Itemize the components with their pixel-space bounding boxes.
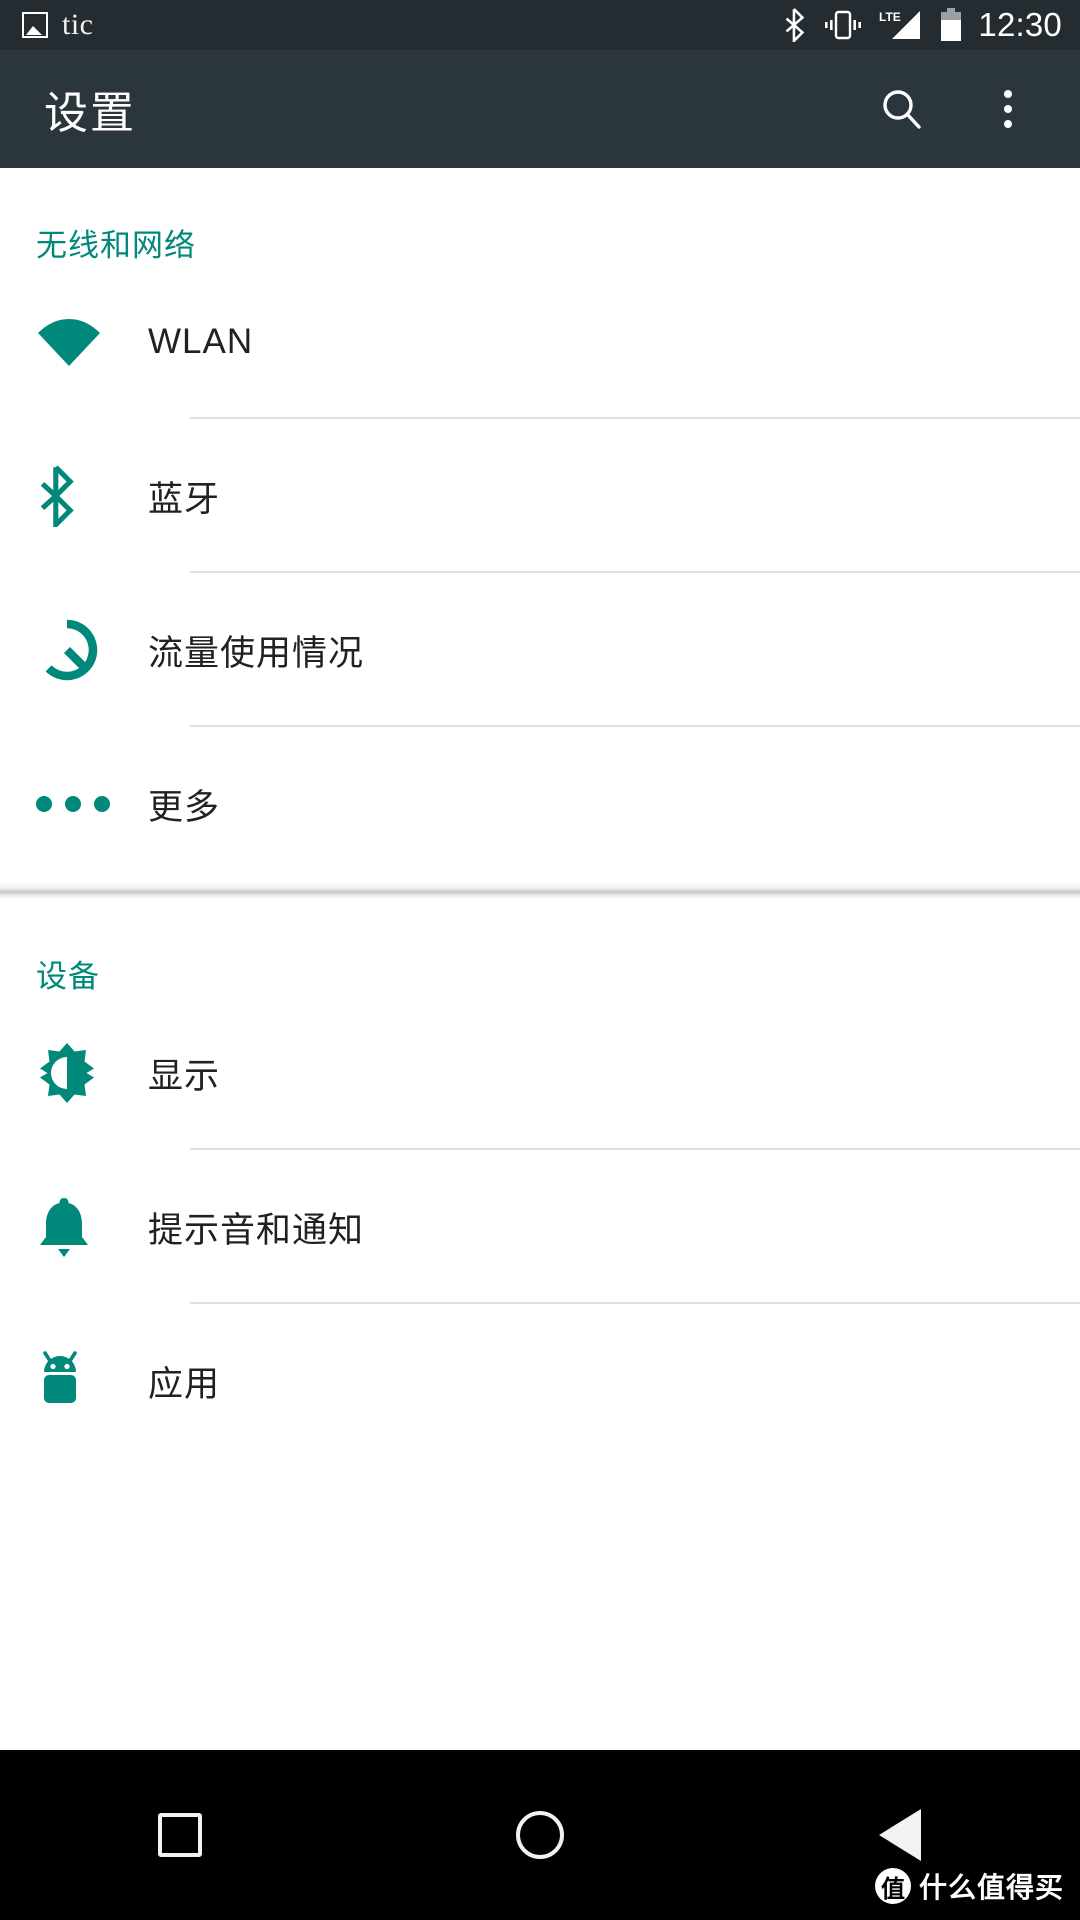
settings-row-display[interactable]: 显示 [0,996,1080,1150]
settings-row-data-usage[interactable]: 流量使用情况 [0,573,1080,727]
status-bar-clock: 12:30 [978,6,1062,43]
battery-icon [941,8,962,41]
android-robot-icon [36,1350,148,1412]
gallery-icon [22,12,48,38]
vibrate-icon [825,10,862,40]
settings-row-label: 显示 [148,1056,221,1096]
recents-button[interactable] [105,1760,255,1910]
phone-screen: tic LTE 12:30 设置 无线和网络 WLAN 蓝牙 流量使用情况 更多… [0,0,1080,1920]
svg-text:LTE: LTE [879,10,901,24]
lte-signal-icon: LTE [879,10,921,39]
watermark-text: 什么值得买 [918,1872,1064,1903]
status-bar: tic LTE 12:30 [0,0,1080,50]
bell-icon [36,1195,148,1259]
status-bar-app-name: tic [62,8,94,41]
section-wireless-networks: 无线和网络 WLAN 蓝牙 流量使用情况 更多 [0,168,1080,881]
settings-row-sound-notification[interactable]: 提示音和通知 [0,1150,1080,1304]
settings-row-label: 更多 [148,787,221,827]
settings-row-bluetooth[interactable]: 蓝牙 [0,419,1080,573]
status-bar-right: LTE 12:30 [782,6,1062,44]
square-recents-icon [158,1813,202,1857]
circle-home-icon [516,1811,564,1859]
wifi-icon [36,316,148,368]
settings-row-label: WLAN [148,322,254,361]
section-header-wireless: 无线和网络 [36,228,196,263]
search-button[interactable] [866,73,938,145]
search-icon [883,90,921,129]
page-title: 设置 [44,89,136,138]
settings-row-apps[interactable]: 应用 [0,1304,1080,1458]
home-button[interactable] [465,1760,615,1910]
settings-list[interactable]: 无线和网络 WLAN 蓝牙 流量使用情况 更多 设备 显示 提示音和通知 应用 [0,168,1080,1750]
section-separator [0,881,1080,899]
brightness-icon [36,1042,148,1104]
settings-row-wlan[interactable]: WLAN [0,265,1080,419]
triangle-back-icon [879,1809,921,1861]
section-header-device: 设备 [36,959,100,994]
section-device: 设备 显示 提示音和通知 应用 [0,899,1080,1458]
overflow-menu-button[interactable] [972,73,1044,145]
watermark-badge: 值 [874,1868,911,1904]
settings-row-more[interactable]: 更多 [0,727,1080,881]
bluetooth-icon [786,8,805,42]
data-usage-icon [36,619,148,681]
overflow-menu-icon [1004,90,1012,128]
bluetooth-icon [36,465,148,527]
settings-row-label: 蓝牙 [148,479,221,519]
settings-row-label: 流量使用情况 [148,633,365,673]
app-bar: 设置 [0,50,1080,168]
navigation-bar: 值 什么值得买 [0,1750,1080,1920]
settings-row-label: 提示音和通知 [148,1210,365,1250]
watermark: 值 什么值得买 [874,1866,1064,1906]
settings-row-label: 应用 [148,1364,221,1404]
status-bar-left: tic [22,8,94,42]
app-bar-actions [866,73,1044,145]
more-dots-icon [36,796,148,812]
